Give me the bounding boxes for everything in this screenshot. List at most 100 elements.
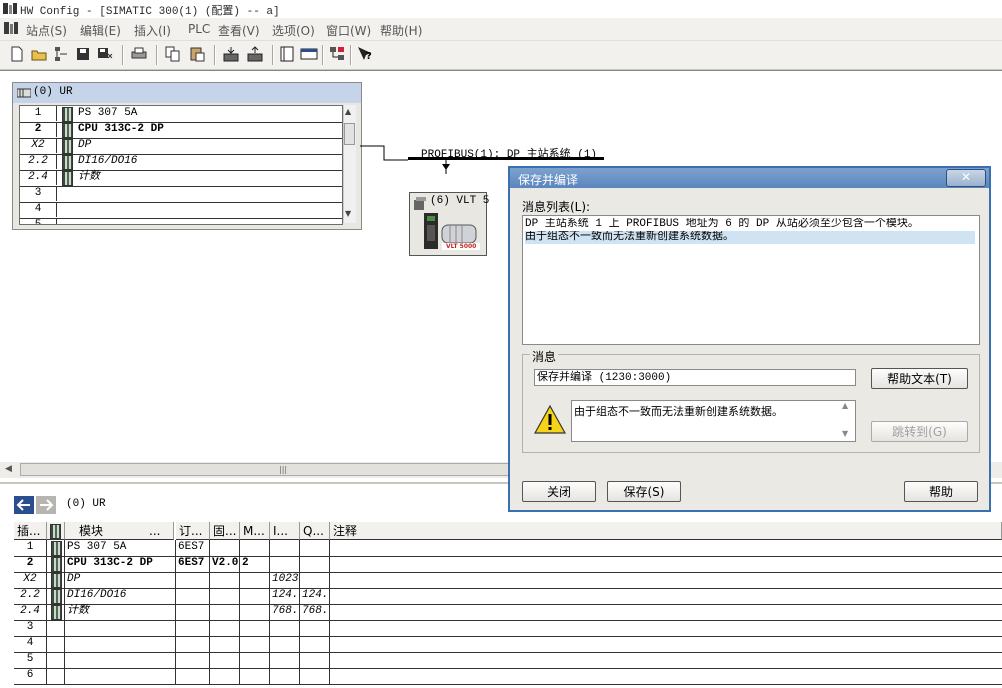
table-row[interactable]: 2.2 DI16/DO16 124...124... bbox=[14, 588, 1002, 605]
table-cell-slot: 1 bbox=[14, 540, 47, 556]
scroll-down-icon[interactable]: ▼ bbox=[345, 209, 351, 218]
print-icon[interactable] bbox=[130, 45, 148, 63]
table-cell-comment[interactable] bbox=[330, 652, 1002, 668]
help-button[interactable]: 帮助 bbox=[904, 481, 978, 502]
save-button[interactable]: 保存(S) bbox=[607, 481, 681, 502]
save-icon[interactable] bbox=[74, 45, 92, 63]
col-header-module[interactable]: 模块 ... bbox=[65, 522, 174, 540]
module-icon bbox=[62, 155, 73, 170]
rack-row[interactable]: 3 bbox=[20, 186, 342, 203]
rack-row[interactable]: 2.4 计数 bbox=[20, 170, 342, 187]
upload-icon[interactable] bbox=[246, 45, 264, 63]
rack-row[interactable]: 1 PS 307 5A bbox=[20, 106, 342, 123]
table-row[interactable]: X2 DP 1023* bbox=[14, 572, 1002, 589]
menu-view[interactable]: 查看(V) bbox=[218, 22, 260, 39]
table-cell-i bbox=[270, 652, 300, 668]
forward-arrow-icon[interactable] bbox=[36, 496, 56, 514]
table-cell-comment[interactable] bbox=[330, 620, 1002, 636]
back-arrow-icon[interactable] bbox=[14, 496, 34, 514]
save-compile-icon[interactable] bbox=[96, 45, 114, 63]
col-header-module-label: 模块 bbox=[79, 524, 104, 538]
close-button[interactable]: 关闭 bbox=[522, 481, 596, 502]
table-row[interactable]: 3 bbox=[14, 620, 1002, 637]
rack-slot: 5 bbox=[20, 218, 57, 224]
rack-title: (0) UR bbox=[33, 86, 73, 98]
warning-icon bbox=[533, 404, 567, 436]
table-cell-icon bbox=[47, 636, 65, 652]
col-header-order[interactable]: 订... bbox=[176, 522, 210, 540]
rack-row[interactable]: 4 bbox=[20, 202, 342, 219]
message-list[interactable]: DP 主站系统 1 上 PROFIBUS 地址为 6 的 DP 从站必须至少包含… bbox=[522, 215, 980, 345]
scroll-down-icon[interactable]: ▼ bbox=[842, 429, 848, 438]
table-cell-i bbox=[270, 620, 300, 636]
menu-insert[interactable]: 插入(I) bbox=[134, 22, 171, 39]
menu-edit[interactable]: 编辑(E) bbox=[80, 22, 121, 39]
col-header-output[interactable]: Q... bbox=[300, 522, 330, 540]
rack-scrollbar[interactable]: ▲ ▼ bbox=[343, 105, 356, 223]
paste-icon[interactable] bbox=[188, 45, 206, 63]
menu-help[interactable]: 帮助(H) bbox=[380, 22, 422, 39]
rack-window[interactable]: (0) UR 1 PS 307 5A 2 CPU 313C-2 DP X2 DP 2.2 DI… bbox=[12, 82, 362, 230]
message-list-item[interactable]: DP 主站系统 1 上 PROFIBUS 地址为 6 的 DP 从站必须至少包含… bbox=[525, 218, 975, 231]
table-cell-i: 768... bbox=[270, 604, 300, 620]
config-icon[interactable] bbox=[328, 45, 346, 63]
scroll-thumb[interactable] bbox=[344, 123, 355, 145]
table-cell-q bbox=[300, 620, 330, 636]
rack-row[interactable]: 2 CPU 313C-2 DP bbox=[20, 122, 342, 139]
table-cell-icon bbox=[47, 588, 65, 604]
col-header-firmware[interactable]: 固... bbox=[210, 522, 240, 540]
table-cell-m bbox=[240, 540, 270, 556]
table-cell-comment[interactable] bbox=[330, 572, 1002, 588]
col-header-slot[interactable]: 插... bbox=[14, 522, 47, 540]
col-header-input[interactable]: I... bbox=[270, 522, 300, 540]
network-icon[interactable] bbox=[52, 45, 70, 63]
table-row[interactable]: 5 bbox=[14, 652, 1002, 669]
rack-row[interactable]: 5 bbox=[20, 218, 342, 224]
description-scrollbar[interactable]: ▲ ▼ bbox=[840, 401, 854, 441]
table-cell-fw bbox=[210, 572, 240, 588]
table-cell-comment[interactable] bbox=[330, 604, 1002, 620]
table-row[interactable]: 6 bbox=[14, 668, 1002, 685]
table-cell-q: 768... bbox=[300, 604, 330, 620]
table-cell-comment[interactable] bbox=[330, 668, 1002, 684]
col-header-comment[interactable]: 注释 bbox=[330, 522, 1002, 540]
table-cell-order: 6ES7 3 bbox=[176, 540, 210, 556]
close-icon[interactable]: ✕ bbox=[946, 169, 986, 187]
table-cell-comment[interactable] bbox=[330, 540, 1002, 556]
download-icon[interactable] bbox=[222, 45, 240, 63]
rack-module: DI16/DO16 bbox=[78, 155, 138, 167]
table-row[interactable]: 1 PS 307 5A6ES7 3 bbox=[14, 540, 1002, 557]
table-cell-module: CPU 313C-2 DP bbox=[65, 556, 176, 572]
table-cell-order bbox=[176, 652, 210, 668]
scroll-up-icon[interactable]: ▲ bbox=[842, 401, 848, 410]
copy-icon[interactable] bbox=[164, 45, 182, 63]
open-icon[interactable] bbox=[30, 45, 48, 63]
table-cell-slot: 6 bbox=[14, 668, 47, 684]
vlt-slave[interactable]: (6) VLT 5 VLT 5000 bbox=[409, 192, 489, 256]
help-pointer-icon[interactable]: ? bbox=[356, 45, 374, 63]
table-cell-comment[interactable] bbox=[330, 636, 1002, 652]
table-row[interactable]: 2.4 计数 768...768... bbox=[14, 604, 1002, 621]
module-view-icon[interactable] bbox=[300, 45, 318, 63]
menu-plc[interactable]: PLC bbox=[188, 22, 210, 36]
scroll-left-icon[interactable]: ◀ bbox=[5, 464, 12, 474]
hscroll-thumb[interactable]: ||| bbox=[20, 463, 545, 476]
catalog-icon[interactable] bbox=[278, 45, 296, 63]
menu-window[interactable]: 窗口(W) bbox=[326, 22, 371, 39]
menu-station[interactable]: 站点(S) bbox=[26, 22, 67, 39]
table-cell-comment[interactable] bbox=[330, 556, 1002, 572]
message-list-item[interactable]: 由于组态不一致而无法重新创建系统数据。 bbox=[525, 231, 975, 244]
table-cell-comment[interactable] bbox=[330, 588, 1002, 604]
help-text-button[interactable]: 帮助文本(T) bbox=[871, 368, 968, 389]
scroll-up-icon[interactable]: ▲ bbox=[345, 107, 351, 116]
table-cell-q bbox=[300, 636, 330, 652]
menu-options[interactable]: 选项(O) bbox=[272, 22, 315, 39]
col-header-mpi[interactable]: M... bbox=[240, 522, 270, 540]
rack-row[interactable]: 2.2 DI16/DO16 bbox=[20, 154, 342, 171]
table-row[interactable]: 2 CPU 313C-2 DP 6ES7 V2.0 2 bbox=[14, 556, 1002, 573]
goto-button[interactable]: 跳转到(G) bbox=[871, 421, 968, 442]
new-icon[interactable] bbox=[8, 45, 26, 63]
table-row[interactable]: 4 bbox=[14, 636, 1002, 653]
window-title: HW Config - [SIMATIC 300(1) (配置) -- a] bbox=[20, 6, 280, 18]
rack-row[interactable]: X2 DP bbox=[20, 138, 342, 155]
